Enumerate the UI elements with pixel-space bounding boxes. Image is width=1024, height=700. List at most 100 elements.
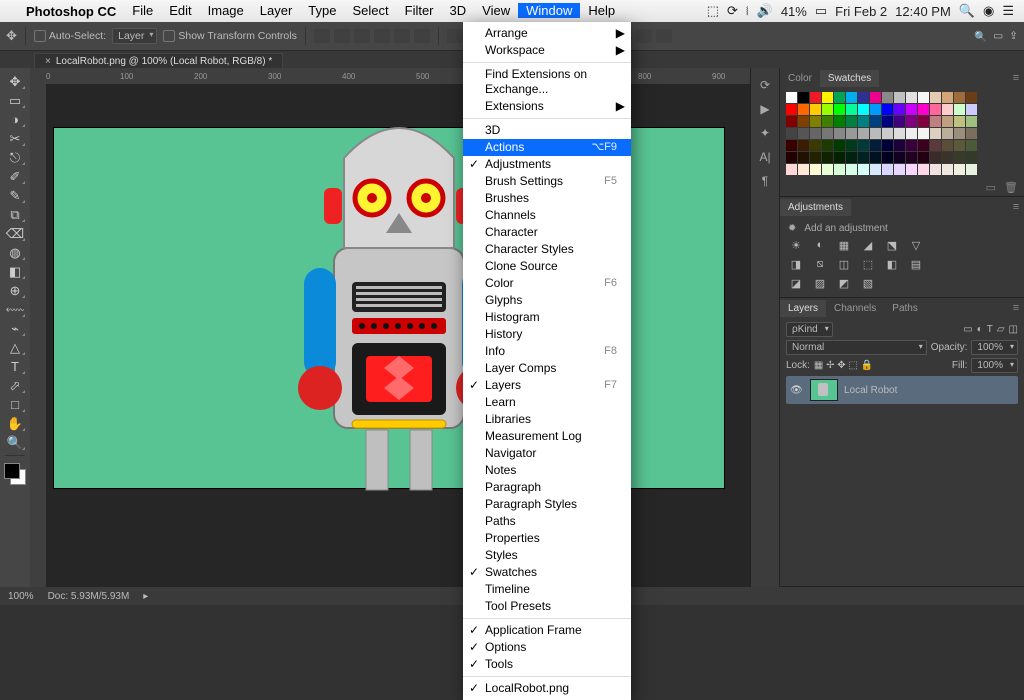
spotlight-icon[interactable]: 🔍 — [959, 3, 975, 19]
swatches-tab[interactable]: Swatches — [820, 70, 879, 87]
paths-tab[interactable]: Paths — [884, 300, 926, 317]
swatch[interactable] — [966, 116, 977, 127]
swatch[interactable] — [798, 152, 809, 163]
panel-menu-icon[interactable]: ≡ — [1008, 72, 1024, 84]
layer-kind-filter[interactable]: ρKind — [786, 322, 833, 337]
volume-icon[interactable]: 🔊 — [757, 3, 773, 19]
layer-row[interactable]: 👁 Local Robot — [786, 376, 1018, 404]
tool-14[interactable]: △ — [3, 338, 27, 357]
menu-layer[interactable]: Layer — [252, 3, 301, 18]
swatch[interactable] — [894, 104, 905, 115]
swatch[interactable] — [846, 140, 857, 151]
swatch[interactable] — [834, 92, 845, 103]
swatch[interactable] — [942, 140, 953, 151]
swatch[interactable] — [798, 140, 809, 151]
menuitem-properties[interactable]: Properties — [463, 530, 631, 547]
menuitem-learn[interactable]: Learn — [463, 394, 631, 411]
menuitem-libraries[interactable]: Libraries — [463, 411, 631, 428]
swatch[interactable] — [906, 152, 917, 163]
tool-1[interactable]: ▭ — [3, 91, 27, 110]
swatch[interactable] — [882, 116, 893, 127]
swatch[interactable] — [954, 104, 965, 115]
menu-select[interactable]: Select — [344, 3, 396, 18]
menu-filter[interactable]: Filter — [397, 3, 442, 18]
tool-2[interactable]: ◑ — [3, 110, 27, 129]
panel-menu-icon[interactable]: ≡ — [1008, 302, 1024, 314]
menuitem-color[interactable]: ColorF6 — [463, 275, 631, 292]
swatch[interactable] — [930, 104, 941, 115]
menuitem-actions[interactable]: Actions⌥F9 — [463, 139, 631, 156]
swatch[interactable] — [858, 128, 869, 139]
menuitem-navigator[interactable]: Navigator — [463, 445, 631, 462]
swatch[interactable] — [858, 116, 869, 127]
siri-icon[interactable]: ◉ — [983, 3, 994, 19]
menu-edit[interactable]: Edit — [161, 3, 199, 18]
swatch[interactable] — [894, 152, 905, 163]
menuitem-clone-source[interactable]: Clone Source — [463, 258, 631, 275]
swatch[interactable] — [870, 152, 881, 163]
swatch[interactable] — [930, 140, 941, 151]
swatch[interactable] — [798, 128, 809, 139]
menu-date[interactable]: Fri Feb 2 — [835, 4, 887, 19]
swatch[interactable] — [846, 116, 857, 127]
swatch[interactable] — [954, 140, 965, 151]
share-icon[interactable]: ⇪ — [1009, 30, 1018, 42]
menuitem-channels[interactable]: Channels — [463, 207, 631, 224]
menuitem-brush-settings[interactable]: Brush SettingsF5 — [463, 173, 631, 190]
menuitem-character-styles[interactable]: Character Styles — [463, 241, 631, 258]
menuitem-paragraph-styles[interactable]: Paragraph Styles — [463, 496, 631, 513]
swatch[interactable] — [786, 164, 797, 175]
swatch[interactable] — [930, 128, 941, 139]
swatch[interactable] — [954, 128, 965, 139]
menuitem-arrange[interactable]: Arrange▶ — [463, 25, 631, 42]
menuitem-styles[interactable]: Styles — [463, 547, 631, 564]
tool-19[interactable]: 🔍 — [3, 433, 27, 452]
menuitem-tools[interactable]: ✓Tools — [463, 656, 631, 673]
document-tab[interactable]: ×LocalRobot.png @ 100% (Local Robot, RGB… — [34, 53, 283, 69]
swatch[interactable] — [882, 92, 893, 103]
swatch[interactable] — [966, 140, 977, 151]
show-transform-checkbox[interactable]: Show Transform Controls — [163, 30, 296, 42]
menuitem-history[interactable]: History — [463, 326, 631, 343]
menuitem-paths[interactable]: Paths — [463, 513, 631, 530]
tool-3[interactable]: ✂ — [3, 129, 27, 148]
swatch[interactable] — [966, 104, 977, 115]
layer-thumbnail[interactable] — [810, 379, 838, 401]
swatch[interactable] — [942, 164, 953, 175]
swatch[interactable] — [930, 152, 941, 163]
tool-4[interactable]: ⎋ — [3, 148, 27, 167]
menuitem-3d[interactable]: 3D — [463, 122, 631, 139]
swatch[interactable] — [918, 104, 929, 115]
tool-12[interactable]: ⬳ — [3, 300, 27, 319]
menuitem-character[interactable]: Character — [463, 224, 631, 241]
swatch[interactable] — [870, 140, 881, 151]
menuitem-paragraph[interactable]: Paragraph — [463, 479, 631, 496]
menu-window[interactable]: Window — [518, 3, 580, 18]
align-icons[interactable] — [314, 29, 430, 43]
tool-18[interactable]: ✋ — [3, 414, 27, 433]
swatch-grid[interactable] — [780, 88, 1024, 179]
tool-11[interactable]: ⊕ — [3, 281, 27, 300]
search-icon[interactable]: 🔍 — [974, 30, 987, 43]
menuitem-layers[interactable]: ✓LayersF7 — [463, 377, 631, 394]
lock-icons[interactable]: ▦ ✢ ✥ ⬚ 🔒 — [814, 360, 873, 371]
menu-time[interactable]: 12:40 PM — [895, 4, 951, 19]
dropbox-icon[interactable]: ⬚ — [707, 3, 719, 19]
menuitem-histogram[interactable]: Histogram — [463, 309, 631, 326]
swatch[interactable] — [858, 164, 869, 175]
swatch[interactable] — [906, 164, 917, 175]
swatch[interactable] — [930, 116, 941, 127]
swatch[interactable] — [906, 104, 917, 115]
swatch[interactable] — [870, 116, 881, 127]
swatch[interactable] — [882, 140, 893, 151]
swatch[interactable] — [834, 116, 845, 127]
panel-menu-icon[interactable]: ≡ — [1008, 201, 1024, 213]
swatch[interactable] — [822, 104, 833, 115]
collapsed-dock[interactable]: ⟳ ▶ ✦ A| ¶ — [750, 68, 779, 587]
swatch[interactable] — [834, 104, 845, 115]
swatch[interactable] — [834, 152, 845, 163]
new-swatch-icon[interactable]: ▭ — [986, 181, 996, 194]
swatch[interactable] — [894, 164, 905, 175]
swatch[interactable] — [822, 92, 833, 103]
swatch[interactable] — [870, 92, 881, 103]
